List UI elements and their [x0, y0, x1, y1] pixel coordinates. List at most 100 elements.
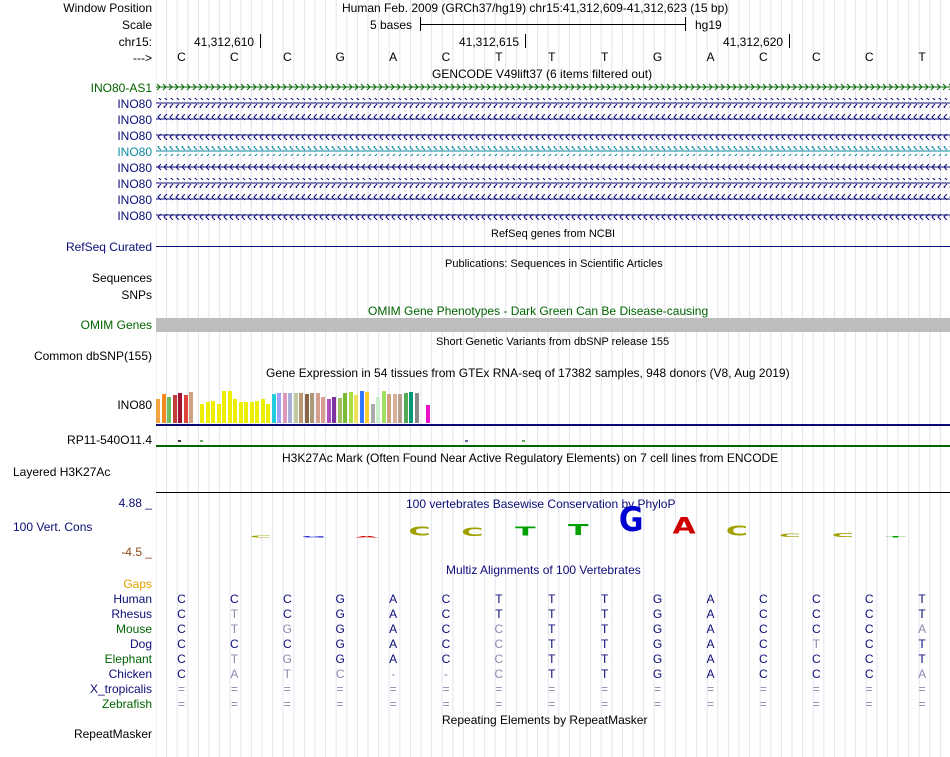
gene-label-ino80[interactable]: INO80	[117, 161, 152, 175]
gtex-tissue-bar[interactable]	[244, 401, 249, 423]
gtex-tissue-bar[interactable]	[167, 397, 172, 423]
alignment-base: T	[548, 667, 556, 681]
gene-ino80[interactable]	[156, 162, 950, 172]
gtex-tissue-bar[interactable]	[222, 390, 227, 423]
gtex-tissue-bar[interactable]	[299, 392, 304, 423]
gene-ino80[interactable]	[156, 114, 950, 124]
repeatmasker-label[interactable]: RepeatMasker	[74, 727, 152, 741]
vert-cons-label[interactable]: 100 Vert. Cons	[13, 520, 92, 534]
alignment-base: G	[335, 607, 345, 621]
alignment-base: =	[177, 682, 185, 696]
gtex-tissue-bar[interactable]	[376, 397, 381, 423]
gtex-gene-label[interactable]: INO80	[117, 398, 152, 412]
snp-title: Short Genetic Variants from dbSNP releas…	[436, 336, 670, 348]
gene-label-ino80[interactable]: INO80	[117, 113, 152, 127]
alignment-base: =	[812, 697, 820, 711]
common-dbsnp-label[interactable]: Common dbSNP(155)	[34, 349, 152, 363]
gtex-tissue-bar[interactable]	[288, 392, 293, 423]
gtex-tissue-bar[interactable]	[315, 392, 320, 423]
gtex-tissue-bar[interactable]	[200, 403, 205, 423]
gtex-tissue-bar[interactable]	[414, 392, 419, 423]
gene-ino80[interactable]	[156, 194, 950, 204]
gtex-tissue-bar[interactable]	[293, 392, 298, 423]
gene-label-ino80[interactable]: INO80	[117, 177, 152, 191]
position-tick-2: 41,312,615	[459, 35, 520, 49]
gene-label-ino80[interactable]: INO80	[117, 209, 152, 223]
scale-bar-text: 5 bases	[370, 18, 413, 32]
refseq-gene-line[interactable]	[156, 246, 950, 247]
gtex-tissue-bar[interactable]	[343, 392, 348, 423]
gtex-gene-line[interactable]	[156, 424, 950, 426]
gtex-tissue-bar[interactable]	[178, 392, 183, 423]
gtex-tissue-bar[interactable]	[332, 397, 337, 423]
gene-label-ino80-as1[interactable]: INO80-AS1	[91, 81, 152, 95]
gtex-tissue-bar[interactable]	[348, 392, 353, 423]
gene-ino80[interactable]	[156, 178, 950, 188]
gtex-tissue-bar[interactable]	[304, 393, 309, 423]
alignment-base: C	[494, 622, 504, 636]
alignment-base: T	[495, 607, 503, 621]
gtex-tissue-bar[interactable]	[161, 393, 166, 423]
rp11-gene-line[interactable]	[156, 445, 950, 447]
gtex-tissue-bar[interactable]	[387, 393, 392, 423]
gtex-tissue-bar[interactable]	[398, 393, 403, 423]
gtex-bar-chart[interactable]	[156, 380, 556, 423]
gtex-tissue-bar[interactable]	[271, 393, 276, 423]
gtex-tissue-bar[interactable]	[337, 398, 342, 423]
gene-label-ino80[interactable]: INO80	[117, 97, 152, 111]
alignment-base: C	[335, 667, 345, 681]
gtex-tissue-bar[interactable]	[365, 392, 370, 423]
gtex-tissue-bar[interactable]	[425, 404, 430, 423]
gtex-tissue-bar[interactable]	[326, 399, 331, 423]
gtex-tissue-bar[interactable]	[255, 400, 260, 423]
gtex-tissue-bar[interactable]	[238, 401, 243, 423]
gene-ino80-as1[interactable]	[156, 82, 950, 92]
gtex-tissue-bar[interactable]	[266, 403, 271, 423]
phylop-base: C	[408, 524, 431, 539]
gtex-tissue-bar[interactable]	[403, 392, 408, 423]
gtex-tissue-bar[interactable]	[354, 395, 359, 423]
gtex-tissue-bar[interactable]	[156, 399, 161, 423]
sequences-label[interactable]: Sequences	[92, 271, 152, 285]
gtex-tissue-bar[interactable]	[183, 394, 188, 423]
gtex-tissue-bar[interactable]	[233, 399, 238, 423]
gtex-tissue-bar[interactable]	[189, 392, 194, 423]
position-tick-3: 41,312,620	[723, 35, 784, 49]
gtex-tissue-bar[interactable]	[277, 392, 282, 423]
refseq-curated-label[interactable]: RefSeq Curated	[66, 240, 152, 254]
gtex-tissue-bar[interactable]	[282, 392, 287, 423]
gtex-tissue-bar[interactable]	[205, 402, 210, 423]
rp11-label[interactable]: RP11-540O11.4	[67, 433, 152, 447]
gtex-tissue-bar[interactable]	[216, 403, 221, 423]
gtex-tissue-bar[interactable]	[409, 392, 414, 423]
phylop-logo[interactable]: CGACCTTGACCCT	[156, 503, 950, 544]
gene-label-ino80[interactable]: INO80	[117, 193, 152, 207]
gene-label-ino80[interactable]: INO80	[117, 145, 152, 159]
gene-ino80[interactable]	[156, 146, 950, 156]
track-area[interactable]: Human Feb. 2009 (GRCh37/hg19) chr15:41,3…	[156, 0, 950, 757]
gtex-tissue-bar[interactable]	[392, 393, 397, 423]
omim-genes-label[interactable]: OMIM Genes	[81, 318, 152, 332]
layered-h3k27ac-label[interactable]: Layered H3K27Ac	[13, 465, 110, 479]
gtex-tissue-bar[interactable]	[359, 390, 364, 423]
omim-gene-bar[interactable]	[156, 318, 950, 332]
gtex-tissue-bar[interactable]	[227, 391, 232, 423]
gtex-tissue-bar[interactable]	[310, 392, 315, 423]
gtex-tissue-bar[interactable]	[260, 399, 265, 423]
alignment-base: C	[441, 637, 451, 651]
gtex-tissue-bar[interactable]	[381, 390, 386, 423]
gtex-tissue-bar[interactable]	[211, 400, 216, 423]
gene-label-ino80[interactable]: INO80	[117, 129, 152, 143]
gtex-tissue-bar[interactable]	[172, 395, 177, 423]
gtex-tissue-bar[interactable]	[370, 403, 375, 423]
gtex-tissue-bar[interactable]	[321, 397, 326, 423]
species-label-human: Human	[113, 592, 152, 606]
gtex-tissue-bar[interactable]	[249, 402, 254, 423]
gene-ino80[interactable]	[156, 130, 950, 140]
gene-models[interactable]	[156, 82, 950, 222]
omim-title: OMIM Gene Phenotypes - Dark Green Can Be…	[368, 304, 709, 318]
gene-ino80[interactable]	[156, 98, 950, 108]
phylop-base: T	[515, 524, 536, 539]
snps-label[interactable]: SNPs	[121, 288, 152, 302]
gene-ino80[interactable]	[156, 210, 950, 220]
